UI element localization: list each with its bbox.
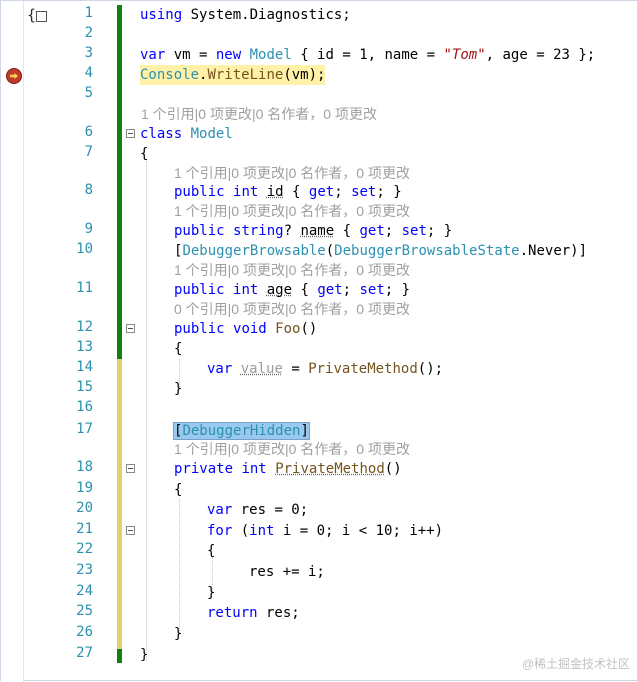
- line-number: 27: [76, 645, 93, 661]
- code-lens-text[interactable]: 1 个引用|0 项更改|0 名作者，0 项更改: [174, 163, 410, 183]
- line-code: [DebuggerBrowsable(DebuggerBrowsableStat…: [174, 243, 588, 259]
- line-number: 22: [76, 541, 93, 557]
- line-code: {: [140, 146, 149, 162]
- fold-for[interactable]: [126, 526, 135, 535]
- selected-attribute: [DebuggerHidden]: [173, 422, 310, 440]
- line-code: }: [174, 381, 183, 397]
- line-number: 15: [76, 379, 93, 395]
- line-code: using System.Diagnostics;: [140, 7, 351, 23]
- line-number: 19: [76, 480, 93, 496]
- line-number: 20: [76, 500, 93, 516]
- line-number: 18: [76, 459, 93, 475]
- line-number: 6: [84, 124, 93, 140]
- line-code: var res = 0;: [207, 502, 309, 518]
- line-code: public string? name { get; set; }: [174, 223, 453, 239]
- line-code: }: [140, 647, 149, 663]
- line-code: class Model: [140, 126, 233, 142]
- line-number: 26: [76, 624, 93, 640]
- line-code: res += i;: [249, 564, 325, 580]
- code-lens-text[interactable]: 1 个引用|0 项更改|0 名作者，0 项更改: [174, 201, 410, 221]
- line-number: 10: [76, 241, 93, 257]
- line-code: {: [174, 341, 183, 357]
- line-number: 16: [76, 399, 93, 415]
- code-lens-text[interactable]: 1 个引用|0 项更改|0 名作者，0 项更改: [141, 104, 377, 124]
- line-number: 17: [76, 421, 93, 437]
- watermark: @稀土掘金技术社区: [521, 657, 630, 671]
- line-number: 7: [84, 144, 93, 160]
- line-number: 25: [76, 603, 93, 619]
- line-number: 1: [84, 5, 93, 21]
- fold-private-method[interactable]: [126, 464, 135, 473]
- line-number: 14: [76, 359, 93, 375]
- line-number: 3: [84, 45, 93, 61]
- line-number: 9: [84, 221, 93, 237]
- line-number: 5: [84, 85, 93, 101]
- line-code: {: [174, 482, 183, 498]
- indent-guide-class: [146, 161, 147, 661]
- line-code: return res;: [207, 605, 300, 621]
- line-number: 4: [84, 65, 93, 81]
- line-code: private int PrivateMethod(): [174, 461, 402, 477]
- line-number: 21: [76, 521, 93, 537]
- indent-guide-private: [179, 499, 180, 631]
- line-code: public int age { get; set; }: [174, 282, 411, 298]
- change-indicator-saved-end: [117, 649, 122, 663]
- change-indicator-unsaved: [117, 359, 122, 649]
- line-code: var value = PrivateMethod();: [207, 361, 444, 377]
- line-code: public int id { get; set; }: [174, 184, 402, 200]
- line-code: public void Foo(): [174, 321, 318, 337]
- current-statement-code: Console.WriteLine(vm);: [140, 65, 326, 85]
- line-number: 11: [76, 280, 93, 296]
- line-number: 8: [84, 182, 93, 198]
- breakpoint-current-statement-icon[interactable]: [6, 68, 22, 84]
- line-number: 13: [76, 339, 93, 355]
- line-number: 23: [76, 562, 93, 578]
- line-code: for (int i = 0; i < 10; i++): [207, 523, 444, 539]
- line-number: 12: [76, 319, 93, 335]
- change-indicator-saved: [117, 5, 122, 359]
- line-code: }: [174, 626, 183, 642]
- code-lens-text[interactable]: 0 个引用|0 项更改|0 名作者，0 项更改: [174, 299, 410, 319]
- code-lens-text[interactable]: 1 个引用|0 项更改|0 名作者，0 项更改: [174, 439, 410, 459]
- code-lens-text[interactable]: 1 个引用|0 项更改|0 名作者，0 项更改: [174, 260, 410, 280]
- line-number: 2: [84, 25, 93, 41]
- line-code: }: [207, 585, 216, 601]
- line-code: var vm = new Model { id = 1, name = "Tom…: [140, 47, 596, 63]
- fold-foo[interactable]: [126, 324, 135, 333]
- line-number: 24: [76, 583, 93, 599]
- line-code: {: [207, 543, 216, 559]
- code-editor[interactable]: 1 using System.Diagnostics; 2 3 var vm = n…: [1, 1, 638, 682]
- fold-class-model[interactable]: [126, 129, 135, 138]
